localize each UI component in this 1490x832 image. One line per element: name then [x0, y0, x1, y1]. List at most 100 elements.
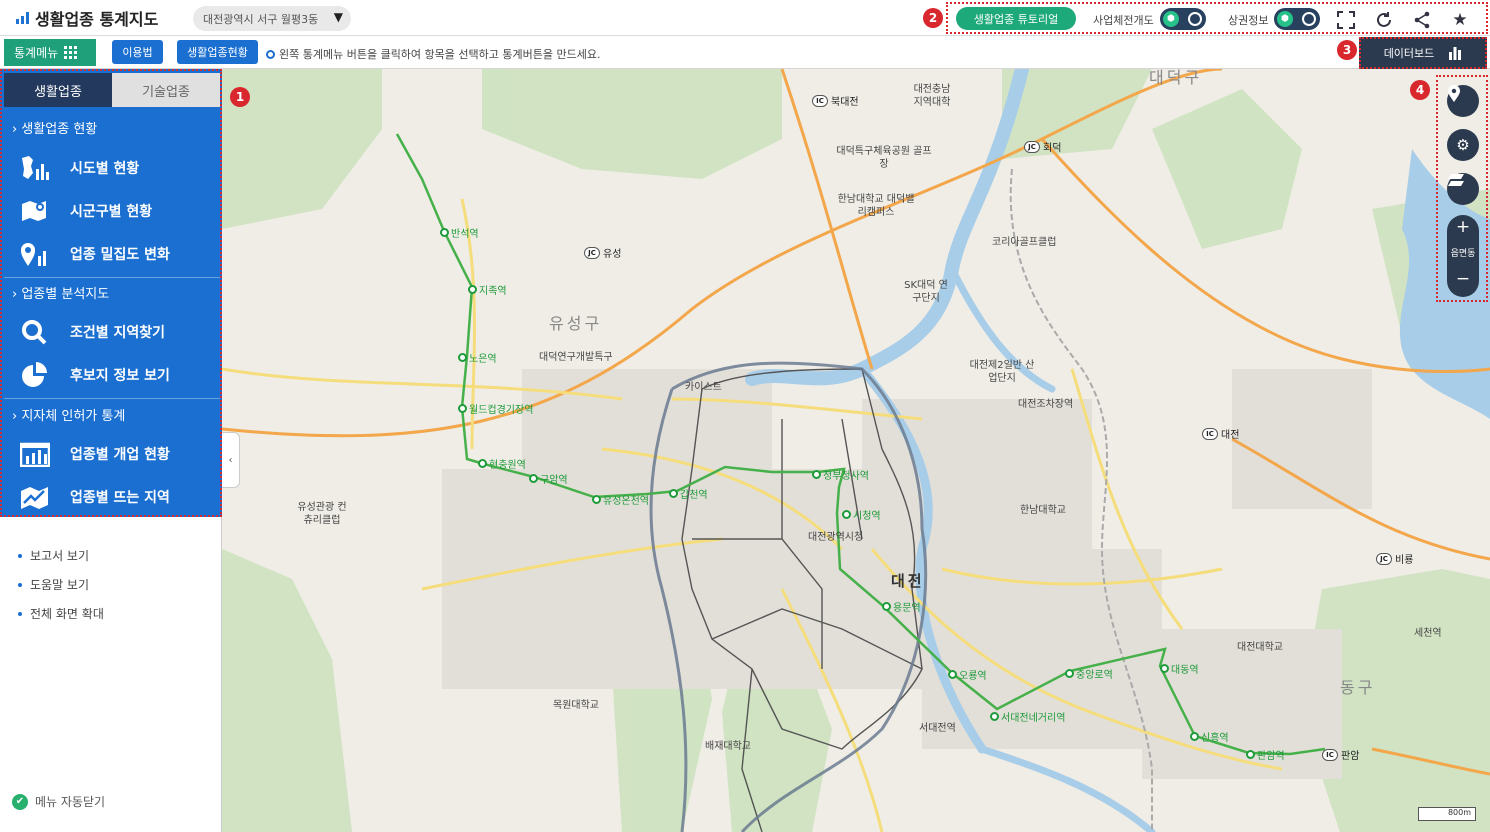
map-controls: ⚙ + 읍면동 −: [1436, 75, 1488, 302]
station-label[interactable]: 구암역: [529, 471, 568, 486]
station-label[interactable]: 정부청사역: [812, 467, 869, 482]
region-select[interactable]: 대전광역시 서구 월평3동 ▼: [193, 6, 351, 31]
station-label[interactable]: 용문역: [882, 599, 921, 614]
zoom-out-button[interactable]: −: [1447, 269, 1479, 289]
favorite-star-icon[interactable]: ★: [1449, 9, 1471, 31]
interchange-label: JC 회덕: [1024, 139, 1061, 154]
gear-icon[interactable]: ⚙: [1447, 129, 1479, 161]
section-life-status[interactable]: › 생활업종 현황: [12, 118, 97, 137]
tab-tech-business[interactable]: 기술업종: [112, 73, 220, 107]
station-label[interactable]: 현충원역: [478, 456, 526, 471]
menu-item-density-change[interactable]: 업종 밀집도 변화: [20, 239, 170, 269]
station-label[interactable]: 시청역: [842, 507, 881, 522]
refresh-icon[interactable]: [1373, 9, 1395, 31]
korea-map-bars-icon: [20, 153, 50, 183]
region-select-value: 대전광역시 서구 월평3동: [203, 12, 319, 26]
map-canvas[interactable]: 대덕구 유성구 대전 동구 대전충남 지역대학 대덕특구체육공원 골프장 한남대…: [222, 69, 1490, 832]
place-label: 대전제2일반 산업단지: [969, 360, 1035, 384]
guide-badge-4: 4: [1410, 80, 1430, 100]
location-pin-icon[interactable]: [1447, 85, 1479, 117]
pin-bars-icon: [20, 239, 50, 269]
stat-menu-label: 통계메뉴: [14, 46, 59, 60]
check-icon: ✔: [12, 793, 28, 810]
menu-item-candidate-info[interactable]: 후보지 정보 보기: [20, 360, 170, 390]
station-label[interactable]: 신흥역: [1190, 729, 1229, 744]
auto-close-checkbox[interactable]: ✔ 메뉴 자동닫기: [12, 793, 105, 810]
usage-button[interactable]: 이용법: [112, 40, 163, 64]
zoom-in-button[interactable]: +: [1447, 217, 1479, 237]
app-title: 생활업종 통계지도: [35, 10, 159, 29]
place-label: 대덕특구체육공원 골프장: [836, 146, 932, 170]
menu-item-sido-status[interactable]: 시도별 현황: [20, 153, 139, 183]
place-label: 목원대학교: [553, 700, 599, 711]
top-bar: 생활업종 통계지도 대전광역시 서구 월평3동 ▼ 생활업종 튜토리얼 사업체전…: [0, 0, 1490, 36]
area-label: 대전: [891, 572, 925, 590]
guide-badge-3: 3: [1337, 40, 1357, 60]
chevron-down-icon: ▼: [333, 10, 343, 24]
station-label[interactable]: 대동역: [1160, 661, 1199, 676]
place-label: 서대전역: [919, 723, 956, 734]
menu-item-hot-region[interactable]: 업종별 뜨는 지역: [20, 482, 170, 512]
left-panel: 생활업종 기술업종 › 생활업종 현황 시도별 현황 시군구별 현황 업종 밀집…: [0, 69, 222, 832]
fullscreen-icon[interactable]: [1335, 9, 1357, 31]
chart-bars-icon: [16, 12, 29, 24]
share-icon[interactable]: [1411, 9, 1433, 31]
cube-icon: ⬢: [1277, 11, 1293, 27]
tutorial-button[interactable]: 생활업종 튜토리얼: [956, 7, 1076, 30]
fullscreen-link[interactable]: 전체 화면 확대: [18, 605, 104, 622]
stat-menu-button[interactable]: 통계메뉴: [4, 39, 96, 66]
layers-icon[interactable]: [1447, 173, 1479, 205]
station-label[interactable]: 유성온천역: [592, 492, 649, 507]
place-label: SK대덕 연구단지: [904, 280, 948, 304]
place-label: 대전충남 지역대학: [913, 84, 951, 108]
top-tools-group: 생활업종 튜토리얼 사업체전개도 ⬢ 상권정보 ⬢ ★: [946, 2, 1488, 34]
station-label[interactable]: 노은역: [458, 350, 497, 365]
folded-map-pin-icon: [20, 196, 50, 226]
app-logo[interactable]: 생활업종 통계지도: [16, 6, 158, 30]
tab-life-business[interactable]: 생활업종: [4, 73, 112, 107]
area-label: 동구: [1340, 678, 1376, 697]
dashboard-label: 데이터보드: [1383, 47, 1435, 60]
bar-chart-icon: [1449, 47, 1462, 60]
interchange-label: IC 북대전: [812, 93, 859, 108]
guide-badge-2: 2: [923, 8, 943, 28]
report-link[interactable]: 보고서 보기: [18, 547, 89, 564]
collapse-panel-tab[interactable]: ‹: [222, 432, 240, 488]
station-label[interactable]: 판암역: [1246, 747, 1285, 762]
guide-badge-1: 1: [230, 87, 250, 107]
commercial-info-toggle-label: 상권정보: [1228, 14, 1269, 27]
place-label: 한남대학교 대덕밸리캠퍼스: [837, 194, 915, 218]
scale-bar: 800m: [1418, 807, 1476, 821]
calendar-bars-icon: [20, 439, 50, 469]
status-button[interactable]: 생활업종현황: [177, 40, 258, 64]
section-permit-stats[interactable]: › 지자체 인허가 통계: [12, 405, 125, 424]
station-label[interactable]: 중앙로역: [1065, 666, 1113, 681]
station-label[interactable]: 서대전네거리역: [990, 709, 1065, 724]
place-label: 세천역: [1414, 628, 1442, 639]
section-analysis-map[interactable]: › 업종별 분석지도: [12, 283, 109, 302]
dashboard-button[interactable]: 데이터보드: [1359, 37, 1487, 69]
business-map-toggle-label: 사업체전개도: [1093, 14, 1154, 27]
area-label: 대덕구: [1149, 69, 1203, 87]
station-label[interactable]: 지족역: [468, 282, 507, 297]
station-label[interactable]: 갑천역: [669, 486, 708, 501]
menu-item-condition-search[interactable]: 조건별 지역찾기: [20, 317, 165, 347]
place-label: 카이스트: [685, 382, 722, 393]
menu-item-sigungu-status[interactable]: 시군구별 현황: [20, 196, 152, 226]
help-link[interactable]: 도움말 보기: [18, 576, 89, 593]
station-label[interactable]: 반석역: [440, 225, 479, 240]
business-map-toggle[interactable]: ⬢: [1160, 8, 1206, 30]
place-label: 유성관광 컨츄리클럽: [297, 502, 347, 526]
area-label: 유성구: [549, 314, 603, 333]
place-label: 대덕연구개발특구: [539, 352, 613, 363]
menu-item-open-status[interactable]: 업종별 개업 현황: [20, 439, 170, 469]
station-label[interactable]: 오룡역: [948, 667, 987, 682]
station-label[interactable]: 월드컵경기장역: [458, 401, 533, 416]
commercial-info-toggle[interactable]: ⬢: [1274, 8, 1320, 30]
place-label: 대전광역시청: [808, 532, 864, 543]
map-base: [222, 69, 1490, 832]
place-label: 대전조차장역: [1018, 399, 1074, 410]
place-label: 코리아골프클럽: [992, 237, 1057, 248]
interchange-label: JC 비룡: [1376, 551, 1413, 566]
interchange-label: IC 판암: [1322, 747, 1359, 762]
